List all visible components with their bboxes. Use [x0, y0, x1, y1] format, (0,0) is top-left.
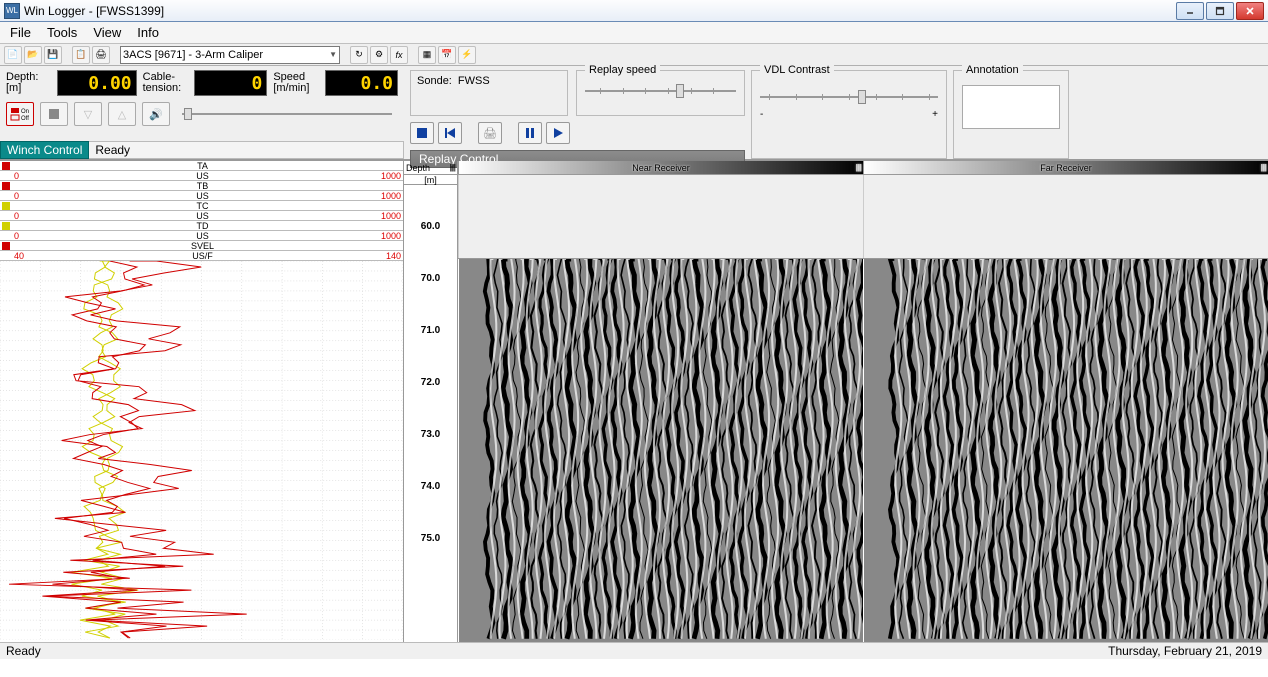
curves-column: TA0US1000TB0US1000TC0US1000TD0US1000SVEL…	[0, 161, 404, 642]
titlebar: WL Win Logger - [FWSS1399]	[0, 0, 1268, 22]
replay-speed-legend: Replay speed	[585, 64, 660, 76]
vdl-minus-label: -	[760, 109, 763, 120]
svg-text:Off: Off	[21, 116, 29, 121]
status-left: Ready	[6, 644, 41, 658]
app-name: Win Logger	[24, 4, 85, 18]
annotation-input[interactable]	[962, 85, 1060, 129]
tool-open-icon[interactable]: 📂	[24, 46, 42, 64]
doc-name: [FWSS1399]	[96, 4, 164, 18]
depth-label: Depth:[m]	[6, 72, 51, 94]
vdl-column: Near Receiver||||| Far Receiver|||||	[458, 161, 1268, 642]
tool-calendar-icon[interactable]: 📅	[438, 46, 456, 64]
vdl-contrast-slider[interactable]	[760, 87, 938, 107]
status-right: Thursday, February 21, 2019	[1108, 644, 1262, 658]
depth-column: Depth ||||| [m] 60.070.071.072.073.074.0…	[404, 161, 458, 642]
replay-stop-button[interactable]	[410, 122, 434, 144]
tool-print-icon[interactable]: 🖨	[92, 46, 110, 64]
near-receiver-pane[interactable]	[458, 259, 863, 642]
tool-flash-icon[interactable]: ⚡	[458, 46, 476, 64]
replay-rewind-button[interactable]	[438, 122, 462, 144]
replay-speed-slider[interactable]	[585, 81, 736, 101]
tool-fx-icon[interactable]: fx	[390, 46, 408, 64]
app-icon: WL	[4, 3, 20, 19]
vdl-contrast-group: VDL Contrast - +	[751, 70, 947, 159]
barcode-icon: |||||	[856, 163, 861, 172]
vdl-plus-label: +	[932, 109, 938, 120]
tool-new-icon[interactable]: 📄	[4, 46, 22, 64]
depth-readout: 0.00	[57, 70, 136, 96]
data-area: TA0US1000TB0US1000TC0US1000TD0US1000SVEL…	[0, 160, 1268, 642]
depth-scale: 60.070.071.072.073.074.075.0	[404, 185, 457, 642]
toolbar: 📄 📂 💾 📋 🖨 3ACS [9671] - 3-Arm Caliper ▼ …	[0, 44, 1268, 66]
menu-view[interactable]: View	[87, 23, 127, 42]
tool-refresh-icon[interactable]: ↻	[350, 46, 368, 64]
menubar: File Tools View Info	[0, 22, 1268, 44]
far-receiver-header: Far Receiver|||||	[863, 161, 1268, 174]
sonde-panel: Sonde: FWSS	[410, 70, 568, 116]
sonde-selector-value: 3ACS [9671] - 3-Arm Caliper	[123, 49, 263, 61]
svg-text:On: On	[21, 109, 29, 115]
chevron-down-icon: ▼	[329, 50, 337, 59]
annotation-legend: Annotation	[962, 64, 1023, 76]
replay-play-button[interactable]	[546, 122, 570, 144]
curve-header: TA0US1000TB0US1000TC0US1000TD0US1000SVEL…	[0, 161, 403, 261]
up-button[interactable]: △	[108, 102, 136, 126]
winch-status: Ready	[89, 141, 404, 159]
tool-settings-icon[interactable]: ⚙	[370, 46, 388, 64]
sonde-value: FWSS	[458, 75, 490, 87]
tool-save-icon[interactable]: 💾	[44, 46, 62, 64]
stop-button[interactable]	[40, 102, 68, 126]
maximize-button[interactable]	[1206, 2, 1234, 20]
tool-copy-icon[interactable]: 📋	[72, 46, 90, 64]
close-button[interactable]	[1236, 2, 1264, 20]
replay-pause-button[interactable]	[518, 122, 542, 144]
tool-grid-icon[interactable]: ▦	[418, 46, 436, 64]
minimize-button[interactable]	[1176, 2, 1204, 20]
near-receiver-header: Near Receiver|||||	[458, 161, 863, 174]
far-receiver-pane[interactable]	[863, 259, 1268, 642]
tension-readout: 0	[194, 70, 267, 96]
speed-readout: 0.0	[325, 70, 398, 96]
barcode-icon: |||||	[450, 163, 455, 172]
menu-info[interactable]: Info	[131, 23, 165, 42]
replay-speed-group: Replay speed	[576, 70, 745, 116]
depth-unit: [m]	[404, 175, 457, 185]
replay-print-button[interactable]: 🖨	[478, 122, 502, 144]
menu-file[interactable]: File	[4, 23, 37, 42]
barcode-icon: |||||	[1261, 163, 1266, 172]
sonde-label: Sonde:	[417, 75, 452, 87]
winch-control-label[interactable]: Winch Control	[0, 141, 89, 159]
vdl-contrast-legend: VDL Contrast	[760, 64, 834, 76]
curve-plot[interactable]	[0, 261, 403, 642]
depth-header-label: Depth	[406, 163, 430, 173]
window-title: Win Logger - [FWSS1399]	[24, 4, 1176, 18]
annotation-group: Annotation	[953, 70, 1069, 159]
tension-label: Cable-tension:	[143, 72, 188, 94]
menu-tools[interactable]: Tools	[41, 23, 83, 42]
controls-panel: Depth:[m] 0.00 Cable-tension: 0 Speed[m/…	[0, 66, 1268, 160]
winch-slider[interactable]	[176, 102, 398, 126]
down-button[interactable]: ▽	[74, 102, 102, 126]
record-toggle-button[interactable]: OnOff	[6, 102, 34, 126]
sonde-selector[interactable]: 3ACS [9671] - 3-Arm Caliper ▼	[120, 46, 340, 64]
sound-button[interactable]: 🔊	[142, 102, 170, 126]
statusbar: Ready Thursday, February 21, 2019	[0, 642, 1268, 659]
speed-label: Speed[m/min]	[273, 72, 318, 94]
